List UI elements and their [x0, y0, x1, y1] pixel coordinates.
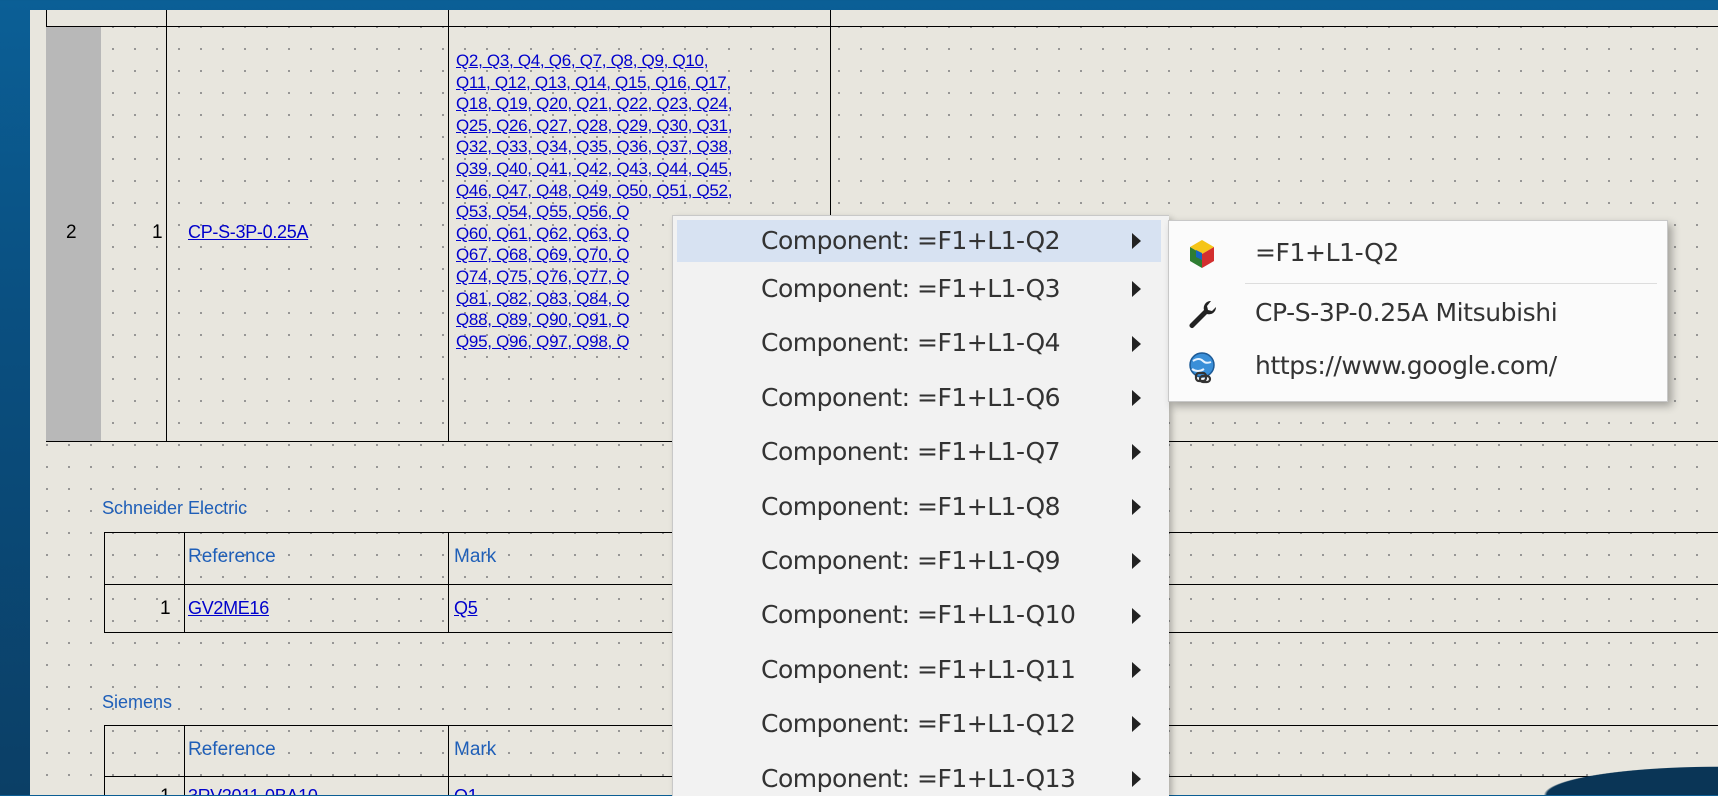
submenu-arrow-icon — [1132, 498, 1141, 515]
row-index: 2 — [66, 222, 77, 243]
mark-line[interactable]: Q39, Q40, Q41, Q42, Q43, Q44, Q45, — [456, 158, 786, 180]
schneider-header-mark: Mark — [454, 546, 497, 567]
wrench-icon — [1189, 300, 1217, 328]
menu-item-label: Component: =F1+L1-Q10 — [761, 600, 1076, 630]
mark-line[interactable]: Q25, Q26, Q27, Q28, Q29, Q30, Q31, — [456, 115, 786, 137]
mark-line[interactable]: Q11, Q12, Q13, Q14, Q15, Q16, Q17, — [456, 72, 786, 94]
web-link-icon — [1189, 352, 1215, 384]
menu-item-label: Component: =F1+L1-Q6 — [761, 382, 1061, 412]
submenu-item-label: =F1+L1-Q2 — [1255, 238, 1399, 267]
submenu-arrow-icon — [1132, 716, 1141, 733]
submenu-item-url[interactable]: https://www.google.com/ — [1169, 338, 1667, 394]
menu-item-label: Component: =F1+L1-Q11 — [761, 654, 1076, 684]
siemens-reference-link[interactable]: 3RV2011-0BA10 — [188, 786, 318, 795]
menu-item-component[interactable]: Component: =F1+L1-Q12 — [673, 697, 1169, 751]
menu-item-component[interactable]: Component: =F1+L1-Q3 — [673, 262, 1169, 316]
submenu-item-component-tag[interactable]: =F1+L1-Q2 — [1169, 225, 1667, 281]
table-col-divider-ref — [448, 10, 449, 442]
schneider-col-left — [104, 532, 105, 632]
submenu-arrow-icon — [1132, 233, 1141, 249]
menu-item-label: Component: =F1+L1-Q13 — [761, 763, 1076, 793]
schneider-reference-link[interactable]: GV2ME16 — [188, 598, 269, 619]
menu-item-component[interactable]: Component: =F1+L1-Q4 — [673, 316, 1169, 370]
menu-item-label: Component: =F1+L1-Q2 — [761, 226, 1061, 255]
schneider-col-ref — [448, 532, 449, 632]
menu-item-component[interactable]: Component: =F1+L1-Q7 — [673, 425, 1169, 479]
table-header-bottom-line — [46, 26, 1718, 27]
component-context-menu: Component: =F1+L1-Q2 Component: =F1+L1-Q… — [672, 215, 1169, 796]
menu-item-component[interactable]: Component: =F1+L1-Q9 — [673, 534, 1169, 588]
desktop-background-swoosh — [1498, 759, 1718, 795]
submenu-item-label: https://www.google.com/ — [1255, 351, 1557, 380]
mark-line[interactable]: Q18, Q19, Q20, Q21, Q22, Q23, Q24, — [456, 93, 786, 115]
mark-line[interactable]: Q46, Q47, Q48, Q49, Q50, Q51, Q52, — [456, 180, 786, 202]
menu-item-component[interactable]: Component: =F1+L1-Q11 — [673, 643, 1169, 697]
submenu-arrow-icon — [1132, 770, 1141, 787]
table-col-divider-qty — [166, 10, 167, 442]
submenu-item-part[interactable]: CP-S-3P-0.25A Mitsubishi — [1169, 285, 1667, 341]
siemens-col-ref — [448, 725, 449, 795]
submenu-arrow-icon — [1132, 661, 1141, 678]
component-submenu: =F1+L1-Q2 CP-S-3P-0.25A Mitsubishi https… — [1168, 220, 1668, 402]
mark-line[interactable]: Q32, Q33, Q34, Q35, Q36, Q37, Q38, — [456, 136, 786, 158]
schneider-qty: 1 — [160, 598, 171, 619]
submenu-arrow-icon — [1132, 389, 1141, 406]
component-icon — [1190, 240, 1214, 268]
siemens-qty: 1 — [160, 786, 171, 795]
submenu-arrow-icon — [1132, 281, 1141, 298]
row-qty: 1 — [152, 222, 163, 243]
submenu-arrow-icon — [1132, 335, 1141, 352]
menu-item-component[interactable]: Component: =F1+L1-Q13 — [673, 752, 1169, 796]
submenu-item-label: CP-S-3P-0.25A Mitsubishi — [1255, 298, 1558, 327]
menu-item-component[interactable]: Component: =F1+L1-Q8 — [673, 480, 1169, 534]
menu-item-component[interactable]: Component: =F1+L1-Q2 — [677, 220, 1161, 262]
row-reference-link[interactable]: CP-S-3P-0.25A — [188, 222, 308, 243]
schneider-col-qty — [184, 532, 185, 632]
submenu-separator — [1245, 283, 1657, 284]
mark-line[interactable]: Q2, Q3, Q4, Q6, Q7, Q8, Q9, Q10, — [456, 50, 786, 72]
group-label-siemens: Siemens — [102, 692, 173, 712]
siemens-mark-link[interactable]: Q1 — [454, 786, 478, 795]
siemens-header-mark: Mark — [454, 739, 497, 760]
menu-item-label: Component: =F1+L1-Q7 — [761, 437, 1061, 467]
schneider-mark-link[interactable]: Q5 — [454, 598, 478, 619]
menu-item-label: Component: =F1+L1-Q8 — [761, 491, 1061, 521]
menu-item-label: Component: =F1+L1-Q3 — [761, 274, 1061, 303]
siemens-header-reference: Reference — [188, 739, 276, 760]
submenu-arrow-icon — [1132, 607, 1141, 624]
siemens-col-left — [104, 725, 105, 795]
menu-item-label: Component: =F1+L1-Q12 — [761, 709, 1076, 739]
group-label-schneider: Schneider Electric — [102, 498, 248, 518]
menu-item-component[interactable]: Component: =F1+L1-Q6 — [673, 371, 1169, 425]
submenu-arrow-icon — [1132, 553, 1141, 570]
menu-item-component[interactable]: Component: =F1+L1-Q10 — [673, 588, 1169, 642]
schneider-header-reference: Reference — [188, 546, 276, 567]
submenu-arrow-icon — [1132, 444, 1141, 461]
menu-item-label: Component: =F1+L1-Q9 — [761, 545, 1061, 575]
menu-item-label: Component: =F1+L1-Q4 — [761, 328, 1061, 358]
siemens-col-qty — [184, 725, 185, 795]
